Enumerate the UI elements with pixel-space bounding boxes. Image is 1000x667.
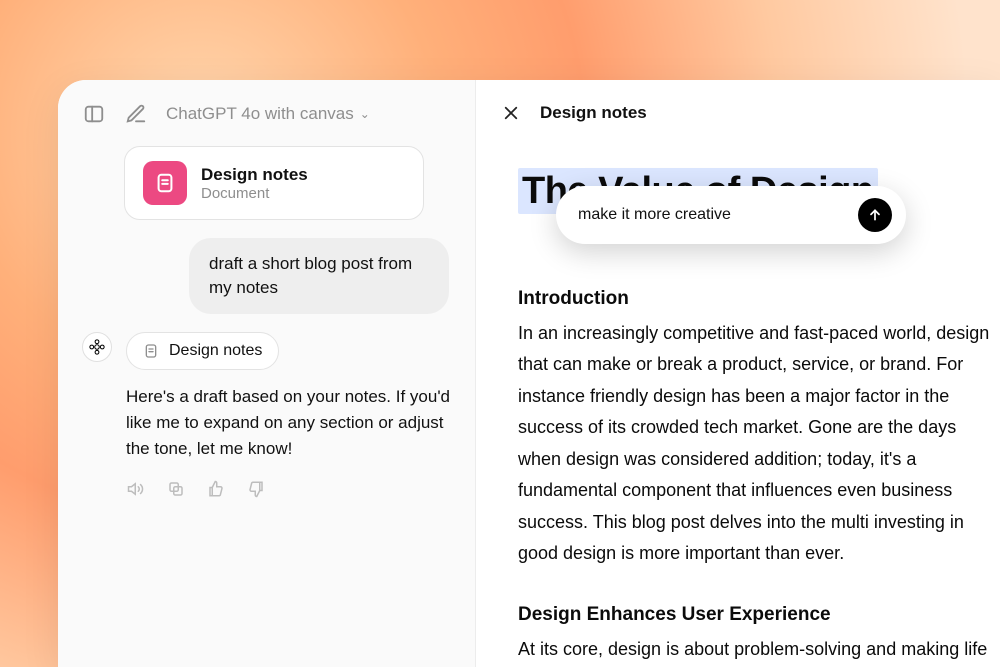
- app-window: ChatGPT 4o with canvas ⌄ Design notes Do…: [58, 80, 1000, 667]
- doc-card-subtitle: Document: [201, 185, 308, 202]
- document-mini-icon: [143, 343, 159, 359]
- copy-icon[interactable]: [166, 479, 186, 499]
- thumbs-down-icon[interactable]: [246, 479, 266, 499]
- model-selector[interactable]: ChatGPT 4o with canvas ⌄: [166, 104, 370, 124]
- canvas-header: Design notes: [476, 80, 1000, 134]
- document-heading-2[interactable]: Design Enhances User Experience: [518, 604, 1000, 626]
- messages-list: Design notes Document draft a short blog…: [58, 136, 475, 499]
- chevron-down-icon: ⌄: [360, 107, 370, 121]
- document-paragraph[interactable]: At its core, design is about problem-sol…: [518, 634, 1000, 667]
- model-label: ChatGPT 4o with canvas: [166, 104, 354, 124]
- document-attachment-card[interactable]: Design notes Document: [124, 146, 424, 220]
- assistant-message-row: Design notes Here's a draft based on you…: [82, 332, 451, 499]
- assistant-attachment-chip[interactable]: Design notes: [126, 332, 279, 370]
- canvas-title: Design notes: [540, 103, 647, 123]
- chat-pane: ChatGPT 4o with canvas ⌄ Design notes Do…: [58, 80, 476, 667]
- read-aloud-icon[interactable]: [126, 479, 146, 499]
- new-chat-icon[interactable]: [124, 102, 148, 126]
- thumbs-up-icon[interactable]: [206, 479, 226, 499]
- doc-card-title: Design notes: [201, 165, 308, 185]
- document-icon: [143, 161, 187, 205]
- chat-header: ChatGPT 4o with canvas ⌄: [58, 80, 475, 136]
- inline-prompt-popover[interactable]: make it more creative: [556, 186, 906, 244]
- feedback-row: [126, 477, 451, 499]
- document-heading-2[interactable]: Introduction: [518, 288, 1000, 310]
- canvas-pane: Design notes The Value of Design make it…: [476, 80, 1000, 667]
- assistant-message-text: Here's a draft based on your notes. If y…: [126, 384, 451, 463]
- sidebar-toggle-icon[interactable]: [82, 102, 106, 126]
- document-paragraph[interactable]: In an increasingly competitive and fast-…: [518, 318, 1000, 570]
- send-button[interactable]: [858, 198, 892, 232]
- inline-prompt-text[interactable]: make it more creative: [578, 206, 731, 224]
- assistant-avatar-icon: [82, 332, 112, 362]
- user-message: draft a short blog post from my notes: [189, 238, 449, 314]
- close-icon[interactable]: [500, 102, 522, 124]
- assistant-chip-label: Design notes: [169, 342, 262, 360]
- canvas-body[interactable]: The Value of Design make it more creativ…: [476, 134, 1000, 667]
